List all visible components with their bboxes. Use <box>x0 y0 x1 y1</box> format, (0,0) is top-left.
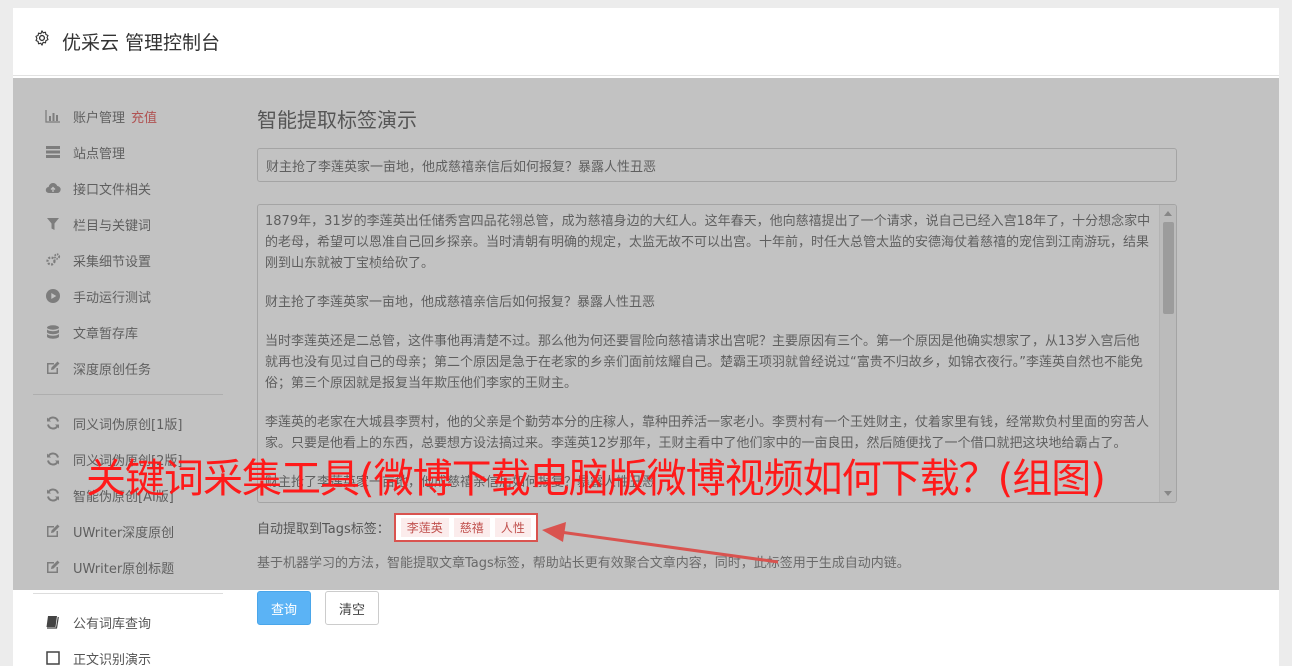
feature-description: 基于机器学习的方法，智能提取文章Tags标签，帮助站长更有效聚合文章内容，同时，… <box>257 556 910 571</box>
overlay-banner-text: 关键词采集工具(微博下载电脑版微博视频如何下载？(组图) <box>86 456 1106 502</box>
edit-icon <box>43 523 63 539</box>
clear-button[interactable]: 清空 <box>325 591 379 625</box>
sidebar-item-label: 深度原创任务 <box>73 362 152 378</box>
sidebar-item-label: UWriter原创标题 <box>73 561 175 577</box>
sidebar-item-label: 账户管理 <box>73 110 126 126</box>
sidebar-item-label: 站点管理 <box>73 146 126 162</box>
scroll-down-arrow-icon[interactable] <box>1164 491 1172 496</box>
sidebar-divider <box>33 394 223 395</box>
refresh-icon <box>43 487 63 503</box>
article-title-input[interactable] <box>257 148 1177 182</box>
article-paragraph: 当时李莲英还是二总管，这件事他再清楚不过。那么他为何还要冒险向慈禧请求出宫呢？主… <box>265 334 1143 391</box>
sidebar-item-uwriter-deep[interactable]: UWriter深度原创 <box>33 513 223 549</box>
query-button[interactable]: 查询 <box>257 591 311 625</box>
article-paragraph: 财主抢了李莲英家一亩地，他成慈禧亲信后如何报复？暴露人性丑恶 <box>265 295 656 310</box>
scrollbar-thumb[interactable] <box>1163 222 1174 314</box>
list-icon <box>43 144 63 160</box>
filter-icon <box>43 216 63 232</box>
tag[interactable]: 人性 <box>494 517 531 537</box>
sidebar-item-label: UWriter深度原创 <box>73 525 175 541</box>
gear-icon[interactable] <box>33 29 51 47</box>
sidebar-item-label: 接口文件相关 <box>73 182 152 198</box>
edit-icon <box>43 559 63 575</box>
edit-icon <box>43 360 63 376</box>
square-icon <box>43 650 63 666</box>
article-paragraph: 1879年，31岁的李莲英出任储秀宫四品花翎总管，成为慈禧身边的大红人。这年春天… <box>265 214 1151 271</box>
refresh-icon <box>43 415 63 431</box>
sidebar-item-label: 文章暂存库 <box>73 326 139 342</box>
page-title: 智能提取标签演示 <box>257 108 417 132</box>
sidebar: 账户管理 充值 站点管理 接口文件相关 栏目与关键词 采集细节设置 手动运行测试 <box>33 98 223 666</box>
sidebar-item-collect-settings[interactable]: 采集细节设置 <box>33 242 223 278</box>
article-paragraph: 李莲英的老家在大城县李贾村，他的父亲是个勤劳本分的庄稼人，靠种田养活一家老小。李… <box>265 415 1150 451</box>
tags-row: 自动提取到Tags标签： 李莲英 慈禧 人性 <box>257 512 538 542</box>
database-icon <box>43 324 63 340</box>
sidebar-item-label: 同义词伪原创[1版] <box>73 417 183 433</box>
refresh-icon <box>43 451 63 467</box>
sidebar-item-manual-run[interactable]: 手动运行测试 <box>33 278 223 314</box>
sidebar-item-columns[interactable]: 栏目与关键词 <box>33 206 223 242</box>
sidebar-divider <box>33 593 223 594</box>
recharge-link[interactable]: 充值 <box>131 107 157 126</box>
content-area: 智能提取标签演示 1879年，31岁的李莲英出任储秀宫四品花翎总管，成为慈禧身边… <box>257 100 1177 503</box>
sidebar-item-uwriter-title[interactable]: UWriter原创标题 <box>33 549 223 585</box>
book-icon <box>43 614 63 630</box>
sidebar-item-label: 公有词库查询 <box>73 616 152 632</box>
header-bar: 优采云 管理控制台 <box>13 8 1279 76</box>
sidebar-item-deep-original[interactable]: 深度原创任务 <box>33 350 223 386</box>
cloud-upload-icon <box>43 180 63 196</box>
sidebar-item-article-store[interactable]: 文章暂存库 <box>33 314 223 350</box>
tag[interactable]: 慈禧 <box>453 517 490 537</box>
sidebar-item-label: 栏目与关键词 <box>73 218 152 234</box>
sidebar-item-sites[interactable]: 站点管理 <box>33 134 223 170</box>
sidebar-item-interface[interactable]: 接口文件相关 <box>33 170 223 206</box>
play-icon <box>43 288 63 304</box>
sidebar-item-public-dict[interactable]: 公有词库查询 <box>33 604 223 640</box>
sidebar-item-account[interactable]: 账户管理 充值 <box>33 98 223 134</box>
article-text: 1879年，31岁的李莲英出任储秀宫四品花翎总管，成为慈禧身边的大红人。这年春天… <box>258 205 1176 493</box>
scroll-up-arrow-icon[interactable] <box>1164 211 1172 216</box>
tags-highlight-box: 李莲英 慈禧 人性 <box>393 512 538 542</box>
sidebar-item-label: 手动运行测试 <box>73 290 152 306</box>
bar-chart-icon <box>43 108 63 124</box>
sidebar-item-text-recognition[interactable]: 正文识别演示 <box>33 640 223 666</box>
sidebar-item-label: 采集细节设置 <box>73 254 152 270</box>
sidebar-item-synonym-v1[interactable]: 同义词伪原创[1版] <box>33 405 223 441</box>
gears-icon <box>43 252 63 268</box>
page-header-title: 优采云 管理控制台 <box>62 32 221 54</box>
scrollbar[interactable] <box>1159 205 1176 502</box>
tags-label: 自动提取到Tags标签： <box>257 521 390 537</box>
tag[interactable]: 李莲英 <box>400 517 449 537</box>
sidebar-item-label: 正文识别演示 <box>73 652 152 666</box>
